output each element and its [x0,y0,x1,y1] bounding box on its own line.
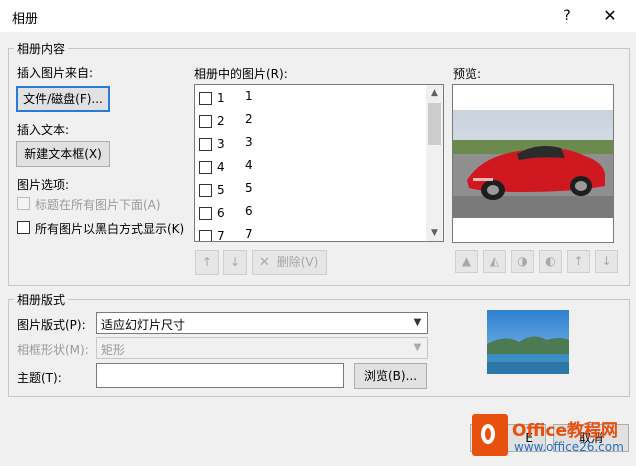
black-white-label: 所有图片以黑白方式显示(K) [35,222,185,236]
caption-below-checkbox[interactable] [17,197,30,210]
vertical-scrollbar[interactable]: ▲ ▼ [426,85,443,241]
picture-checkbox[interactable] [199,161,212,174]
rotate-right-icon[interactable]: ◭ [483,250,506,273]
file-disk-button[interactable]: 文件/磁盘(F)... [16,86,110,112]
move-up-button[interactable]: ↑ [195,250,219,275]
contrast-down-icon[interactable]: ◐ [539,250,562,273]
picture-layout-label: 图片版式(P): [17,318,86,332]
picture-index: 6 [217,206,225,220]
chevron-down-icon[interactable]: ▼ [408,338,427,358]
contrast-up-icon[interactable]: ◑ [511,250,534,273]
help-button[interactable]: ? [556,6,578,26]
picture-name: 3 [245,135,253,149]
delete-button-label: 删除(V) [276,255,319,269]
album-layout-group-label: 相册版式 [14,291,69,308]
pictures-in-album-label: 相册中的图片(R): [194,67,288,81]
arrow-down-icon: ↓ [229,255,241,269]
frame-shape-select[interactable]: 矩形 ▼ [96,337,428,359]
browse-button[interactable]: 浏览(B)... [354,363,427,389]
insert-text-label: 插入文本: [17,123,70,137]
list-item[interactable]: 4 4 [195,156,423,179]
picture-index: 1 [217,91,225,105]
picture-checkbox[interactable] [199,92,212,105]
car-preview-image [453,110,613,218]
picture-checkbox[interactable] [199,115,212,128]
new-textbox-button[interactable]: 新建文本框(X) [16,141,110,167]
list-item[interactable]: 6 6 [195,202,423,225]
brightness-up-icon[interactable]: ↑ [567,250,590,273]
list-item[interactable]: 2 2 [195,110,423,133]
album-content-group-label: 相册内容 [14,40,69,57]
arrow-up-icon: ↑ [201,255,213,269]
list-item[interactable]: 3 3 [195,133,423,156]
pictures-listbox[interactable]: 1 1 2 2 3 3 4 4 5 5 6 6 7 7 ▲ ▼ [194,84,444,242]
picture-name: 2 [245,112,253,126]
picture-name: 6 [245,204,253,218]
preview-label: 预览: [453,67,482,81]
list-item[interactable]: 1 1 [195,87,423,110]
delete-x-icon: ✕ [259,255,270,270]
picture-checkbox[interactable] [199,230,212,241]
theme-label: 主题(T): [17,371,62,385]
picture-index: 5 [217,183,225,197]
list-item[interactable]: 5 5 [195,179,423,202]
rotate-left-icon[interactable]: ▲ [455,250,478,273]
picture-name: 1 [245,89,253,103]
move-down-button[interactable]: ↓ [223,250,247,275]
picture-name: 4 [245,158,253,172]
black-white-checkbox[interactable] [17,221,30,234]
scroll-thumb[interactable] [428,103,441,145]
scroll-up-icon[interactable]: ▲ [426,85,443,101]
insert-from-label: 插入图片来自: [17,66,94,80]
close-button[interactable]: ✕ [598,6,622,26]
picture-index: 3 [217,137,225,151]
picture-name: 7 [245,227,253,241]
picture-checkbox[interactable] [199,138,212,151]
theme-input[interactable] [96,363,344,388]
office-logo-icon [472,414,508,456]
picture-options-label: 图片选项: [17,178,70,192]
picture-layout-value: 适应幻灯片尺寸 [101,318,186,332]
picture-checkbox[interactable] [199,184,212,197]
watermark-brand: Office教程网 [512,421,619,441]
list-item[interactable]: 7 7 [195,225,423,242]
scroll-down-icon[interactable]: ▼ [426,225,443,241]
picture-index: 7 [217,229,225,242]
brightness-down-icon[interactable]: ↓ [595,250,618,273]
frame-shape-value: 矩形 [101,343,126,357]
caption-below-label: 标题在所有图片下面(A) [35,198,161,212]
watermark: Office教程网 www.office26.com [470,410,634,464]
window-title: 相册 [12,12,39,27]
delete-button[interactable]: ✕ 删除(V) [252,250,327,275]
preview-pane [452,84,614,243]
picture-index: 2 [217,114,225,128]
frame-shape-label: 相框形状(M): [17,343,89,357]
watermark-url: www.office26.com [514,440,624,454]
picture-checkbox[interactable] [199,207,212,220]
picture-index: 4 [217,160,225,174]
chevron-down-icon[interactable]: ▼ [408,313,427,333]
picture-name: 5 [245,181,253,195]
title-bar [0,0,636,32]
layout-preview-image [487,310,569,374]
picture-layout-select[interactable]: 适应幻灯片尺寸 ▼ [96,312,428,334]
